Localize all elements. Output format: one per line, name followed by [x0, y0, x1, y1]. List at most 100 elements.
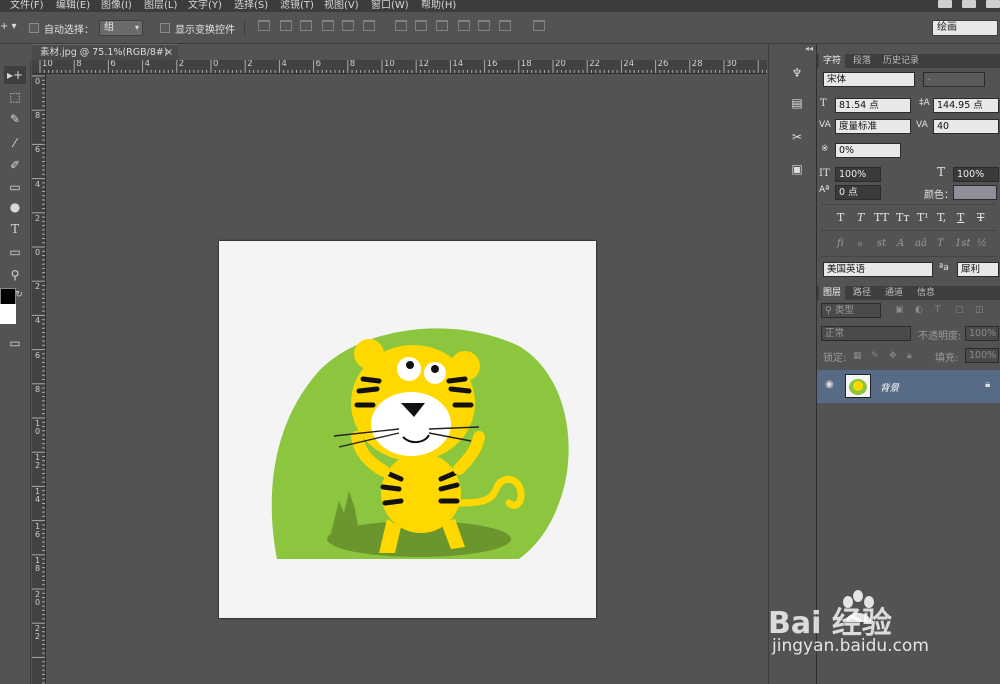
- align-vcenter-icon[interactable]: [280, 20, 292, 31]
- font-style-select[interactable]: -: [923, 72, 985, 87]
- tracking-field[interactable]: 40: [933, 119, 999, 134]
- baseline-shift-field[interactable]: 0 点: [835, 185, 881, 200]
- brush-tool-icon[interactable]: ⁄: [4, 134, 26, 152]
- ordinals-button[interactable]: 1st: [955, 238, 971, 249]
- filter-type-icon[interactable]: T: [935, 305, 941, 315]
- auto-select-dropdown[interactable]: 组 ▾: [99, 20, 143, 36]
- tab-paths[interactable]: 路径: [849, 286, 875, 300]
- menu-edit[interactable]: 编辑(E): [56, 0, 90, 11]
- gradient-tool-icon[interactable]: ▭: [4, 178, 26, 196]
- move-tool-preset-icon[interactable]: + ▾: [0, 21, 17, 32]
- filter-smart-object-icon[interactable]: ◫: [975, 305, 984, 315]
- restore-button[interactable]: [962, 0, 976, 8]
- menu-file[interactable]: 文件(F): [10, 0, 44, 11]
- auto-select-checkbox[interactable]: [29, 23, 39, 33]
- dodge-tool-icon[interactable]: ●: [4, 198, 26, 216]
- swap-colors-icon[interactable]: ↻: [8, 286, 30, 304]
- text-color-swatch[interactable]: [953, 185, 997, 200]
- tool-presets-icon[interactable]: ♆: [787, 66, 807, 84]
- menu-view[interactable]: 视图(V): [324, 0, 359, 11]
- lock-all-icon[interactable]: 🔒︎: [907, 351, 912, 361]
- alt-ligatures-button[interactable]: ℴ: [857, 238, 862, 249]
- tab-channels[interactable]: 通道: [881, 286, 907, 300]
- tab-character[interactable]: 字符: [819, 54, 846, 68]
- titling-button[interactable]: aā: [915, 238, 927, 249]
- eye-icon[interactable]: ◉: [825, 379, 834, 390]
- font-size-field[interactable]: 81.54 点: [835, 98, 911, 113]
- fill-field[interactable]: 100%: [965, 348, 999, 363]
- menu-layer[interactable]: 图层(L): [144, 0, 177, 11]
- menu-image[interactable]: 图像(I): [101, 0, 132, 11]
- tab-info[interactable]: 信息: [913, 286, 939, 300]
- layer-comps-icon[interactable]: ▣: [787, 162, 807, 180]
- filter-adjustment-icon[interactable]: ◐: [915, 305, 923, 315]
- collapse-arrows-icon[interactable]: ◂◂: [805, 44, 813, 53]
- clone-source-icon[interactable]: ✂: [787, 130, 807, 148]
- close-tab-icon[interactable]: ×: [165, 45, 173, 60]
- ornaments-button[interactable]: T: [937, 238, 944, 249]
- distribute-bottom-icon[interactable]: [436, 20, 448, 31]
- auto-align-icon[interactable]: [533, 20, 545, 31]
- distribute-left-icon[interactable]: [458, 20, 470, 31]
- align-bottom-icon[interactable]: [300, 20, 312, 31]
- small-caps-button[interactable]: Tт: [896, 211, 909, 224]
- filter-pixel-icon[interactable]: ▣: [895, 305, 904, 315]
- stylistic-alternates-button[interactable]: st: [877, 238, 886, 249]
- marquee-tool-icon[interactable]: ⬚: [4, 88, 26, 106]
- menu-type[interactable]: 文字(Y): [188, 0, 222, 11]
- language-select[interactable]: 美国英语: [823, 262, 933, 277]
- eyedropper-tool-icon[interactable]: ✎: [4, 110, 26, 128]
- history-brush-tool-icon[interactable]: ✐: [4, 156, 26, 174]
- fractions-button[interactable]: ½: [977, 238, 987, 249]
- underline-button[interactable]: T: [957, 211, 964, 224]
- layer-row[interactable]: ◉ 背景 🔒︎: [817, 370, 1000, 403]
- blend-mode-select[interactable]: 正常: [821, 326, 911, 341]
- distribute-hcenter-icon[interactable]: [478, 20, 490, 31]
- document-tab[interactable]: 素材.jpg @ 75.1%(RGB/8#) ×: [32, 44, 178, 60]
- align-left-icon[interactable]: [322, 20, 334, 31]
- horizontal-scale-field[interactable]: 100%: [953, 167, 999, 182]
- background-color-swatch[interactable]: [0, 304, 16, 324]
- zoom-tool-icon[interactable]: ⚲: [4, 266, 26, 284]
- superscript-button[interactable]: T¹: [917, 211, 929, 224]
- distribute-vcenter-icon[interactable]: [415, 20, 427, 31]
- tab-layers[interactable]: 图层: [819, 286, 846, 300]
- align-top-icon[interactable]: [258, 20, 270, 31]
- anti-alias-select[interactable]: 犀利: [957, 262, 999, 277]
- font-family-select[interactable]: 宋体: [823, 72, 915, 87]
- distribute-right-icon[interactable]: [499, 20, 511, 31]
- screen-mode-icon[interactable]: ▭: [4, 334, 26, 352]
- lock-transparent-icon[interactable]: ▦: [853, 351, 862, 361]
- faux-italic-button[interactable]: T: [857, 211, 864, 224]
- faux-bold-button[interactable]: T: [837, 211, 844, 224]
- subscript-button[interactable]: T,: [937, 211, 946, 224]
- all-caps-button[interactable]: TT: [874, 211, 889, 224]
- move-tool-icon[interactable]: ▸+: [4, 66, 26, 84]
- menu-select[interactable]: 选择(S): [234, 0, 268, 11]
- leading-field[interactable]: 144.95 点: [933, 98, 999, 113]
- document-canvas[interactable]: [219, 241, 596, 618]
- tab-paragraph[interactable]: 段落: [849, 54, 875, 68]
- tab-history[interactable]: 历史记录: [879, 54, 923, 68]
- swash-button[interactable]: A: [897, 238, 904, 249]
- strikethrough-button[interactable]: T: [977, 211, 984, 224]
- align-right-icon[interactable]: [363, 20, 375, 31]
- close-window-button[interactable]: [986, 0, 1000, 8]
- minimize-button[interactable]: [938, 0, 952, 8]
- menu-window[interactable]: 窗口(W): [371, 0, 409, 11]
- lock-image-icon[interactable]: ✎: [871, 351, 879, 361]
- lock-position-icon[interactable]: ✥: [889, 351, 897, 361]
- menu-help[interactable]: 帮助(H): [421, 0, 456, 11]
- tsume-field[interactable]: 0%: [835, 143, 901, 158]
- menu-filter[interactable]: 滤镜(T): [280, 0, 314, 11]
- distribute-top-icon[interactable]: [395, 20, 407, 31]
- layer-kind-filter[interactable]: ⚲ 类型: [821, 303, 881, 318]
- filter-shape-icon[interactable]: ▢: [955, 305, 964, 315]
- shape-tool-icon[interactable]: ▭: [4, 243, 26, 261]
- align-hcenter-icon[interactable]: [342, 20, 354, 31]
- ligatures-button[interactable]: fi: [837, 238, 844, 249]
- show-transform-checkbox[interactable]: [160, 23, 170, 33]
- kerning-field[interactable]: 度量标准: [835, 119, 911, 134]
- vertical-scale-field[interactable]: 100%: [835, 167, 881, 182]
- brush-presets-icon[interactable]: ▤: [787, 96, 807, 114]
